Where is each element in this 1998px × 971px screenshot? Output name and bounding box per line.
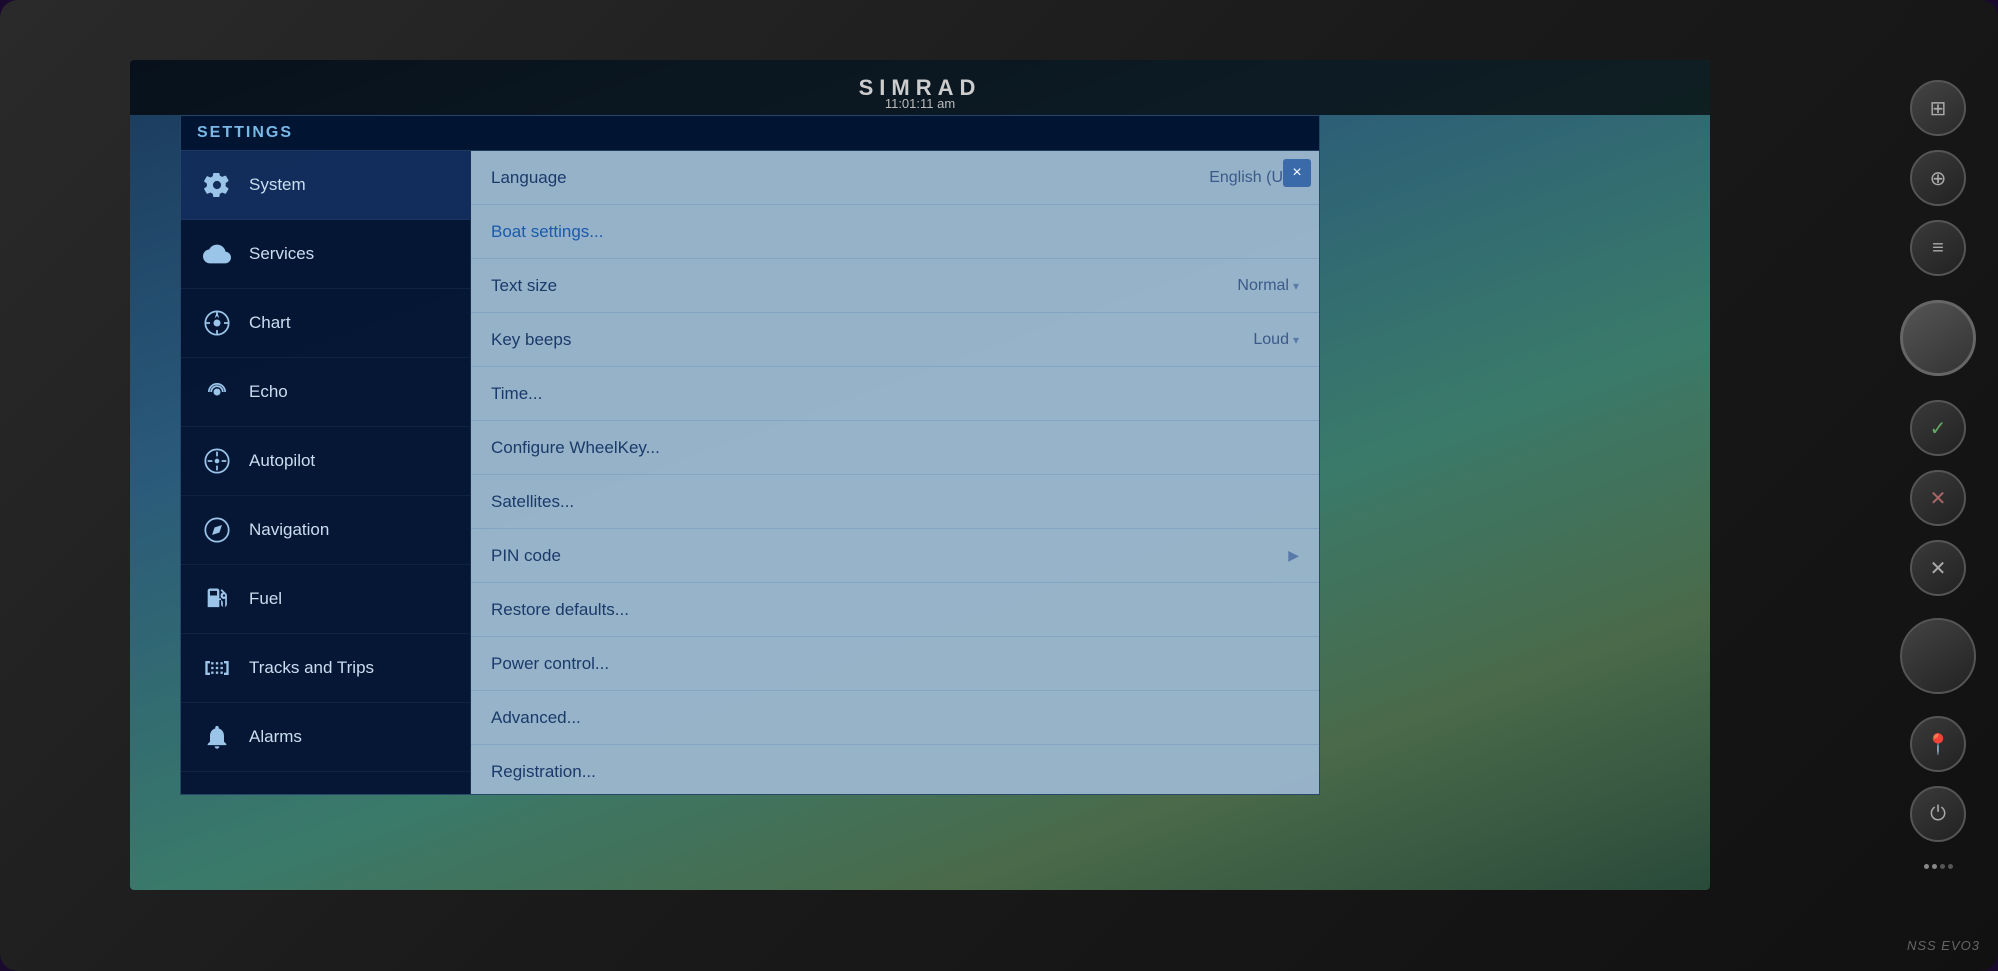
right-controls: ⊞ ⊕ ≡ ✓ ✕ ✕ 📍 ⏻ — [1878, 60, 1998, 890]
sidebar-item-services[interactable]: Services — [181, 220, 470, 289]
fuel-icon — [199, 581, 235, 617]
screen: SIMRAD 11:01:11 am SETTINGS System — [130, 60, 1710, 890]
sidebar-item-alarms[interactable]: Alarms — [181, 703, 470, 772]
time-display: 11:01:11 am — [885, 96, 955, 111]
sidebar-label-alarms: Alarms — [249, 727, 302, 747]
row-restore-defaults[interactable]: Restore defaults... — [471, 583, 1319, 637]
cloud-icon — [199, 236, 235, 272]
row-registration[interactable]: Registration... — [471, 745, 1319, 794]
nav-joystick[interactable] — [1900, 618, 1976, 694]
signal-dot-1 — [1924, 864, 1929, 869]
power-button[interactable]: ⏻ — [1910, 786, 1966, 842]
sidebar-label-fuel: Fuel — [249, 589, 282, 609]
settings-title: SETTINGS — [197, 124, 293, 141]
settings-panel: SETTINGS System — [180, 115, 1320, 795]
model-label: NSS EVO3 — [1907, 938, 1980, 953]
sidebar-label-tracks-trips: Tracks and Trips — [249, 658, 374, 678]
route-icon — [199, 650, 235, 686]
signal-dot-4 — [1948, 864, 1953, 869]
sidebar-item-echo[interactable]: Echo — [181, 358, 470, 427]
device-frame: SIMRAD 11:01:11 am SETTINGS System — [0, 0, 1998, 971]
x-button[interactable]: ✕ — [1910, 540, 1966, 596]
sidebar-item-navigation[interactable]: Navigation — [181, 496, 470, 565]
sidebar-item-chart[interactable]: Chart — [181, 289, 470, 358]
label-advanced: Advanced... — [491, 708, 1299, 728]
signal-dot-3 — [1940, 864, 1945, 869]
sonar-icon — [199, 374, 235, 410]
value-text-size: Normal ▾ — [1237, 277, 1299, 295]
row-language[interactable]: Language English (US) — [471, 151, 1319, 205]
signal-dot-2 — [1932, 864, 1937, 869]
home-button[interactable]: ⊕ — [1910, 150, 1966, 206]
steering-icon — [199, 443, 235, 479]
text-size-dropdown-arrow: ▾ — [1293, 279, 1299, 293]
top-bar: SIMRAD 11:01:11 am — [130, 60, 1710, 115]
rotary-knob[interactable] — [1900, 300, 1976, 376]
sidebar-item-units[interactable]: Units — [181, 772, 470, 794]
value-key-beeps: Loud ▾ — [1253, 331, 1299, 349]
sidebar: System Services Chart — [181, 151, 471, 794]
back-button[interactable]: ✕ — [1910, 470, 1966, 526]
sidebar-label-autopilot: Autopilot — [249, 451, 315, 471]
sidebar-item-tracks-trips[interactable]: Tracks and Trips — [181, 634, 470, 703]
sidebar-label-system: System — [249, 175, 306, 195]
row-key-beeps[interactable]: Key beeps Loud ▾ — [471, 313, 1319, 367]
label-key-beeps: Key beeps — [491, 330, 1253, 350]
check-button[interactable]: ✓ — [1910, 400, 1966, 456]
compass-icon — [199, 512, 235, 548]
compass-rose-icon — [199, 305, 235, 341]
label-restore-defaults: Restore defaults... — [491, 600, 1299, 620]
label-boat-settings: Boat settings... — [491, 222, 1299, 242]
settings-header: SETTINGS — [181, 116, 1319, 151]
settings-body: System Services Chart — [181, 151, 1319, 794]
row-pin-code[interactable]: PIN code ▶ — [471, 529, 1319, 583]
row-advanced[interactable]: Advanced... — [471, 691, 1319, 745]
sidebar-label-chart: Chart — [249, 313, 291, 333]
sidebar-label-echo: Echo — [249, 382, 288, 402]
content-area: × Language English (US) Boat settings... — [471, 151, 1319, 794]
menu-button[interactable]: ≡ — [1910, 220, 1966, 276]
row-boat-settings[interactable]: Boat settings... — [471, 205, 1319, 259]
label-configure-wheelkey: Configure WheelKey... — [491, 438, 1299, 458]
sidebar-item-system[interactable]: System — [181, 151, 470, 220]
sidebar-label-services: Services — [249, 244, 314, 264]
sidebar-label-navigation: Navigation — [249, 520, 329, 540]
bell-icon — [199, 719, 235, 755]
label-satellites: Satellites... — [491, 492, 1299, 512]
row-configure-wheelkey[interactable]: Configure WheelKey... — [471, 421, 1319, 475]
sidebar-item-fuel[interactable]: Fuel — [181, 565, 470, 634]
close-button[interactable]: × — [1283, 159, 1311, 187]
label-pin-code: PIN code — [491, 546, 1280, 566]
label-power-control: Power control... — [491, 654, 1299, 674]
row-text-size[interactable]: Text size Normal ▾ — [471, 259, 1319, 313]
row-time[interactable]: Time... — [471, 367, 1319, 421]
label-registration: Registration... — [491, 762, 1299, 782]
gear-icon — [199, 167, 235, 203]
label-language: Language — [491, 168, 1209, 188]
pin-code-arrow: ▶ — [1288, 547, 1299, 564]
row-power-control[interactable]: Power control... — [471, 637, 1319, 691]
signal-indicators — [1924, 864, 1953, 869]
waypoint-button[interactable]: 📍 — [1910, 716, 1966, 772]
sidebar-item-autopilot[interactable]: Autopilot — [181, 427, 470, 496]
label-text-size: Text size — [491, 276, 1237, 296]
label-time: Time... — [491, 384, 1299, 404]
grid-button[interactable]: ⊞ — [1910, 80, 1966, 136]
key-beeps-dropdown-arrow: ▾ — [1293, 333, 1299, 347]
ruler-icon — [199, 788, 235, 794]
row-satellites[interactable]: Satellites... — [471, 475, 1319, 529]
